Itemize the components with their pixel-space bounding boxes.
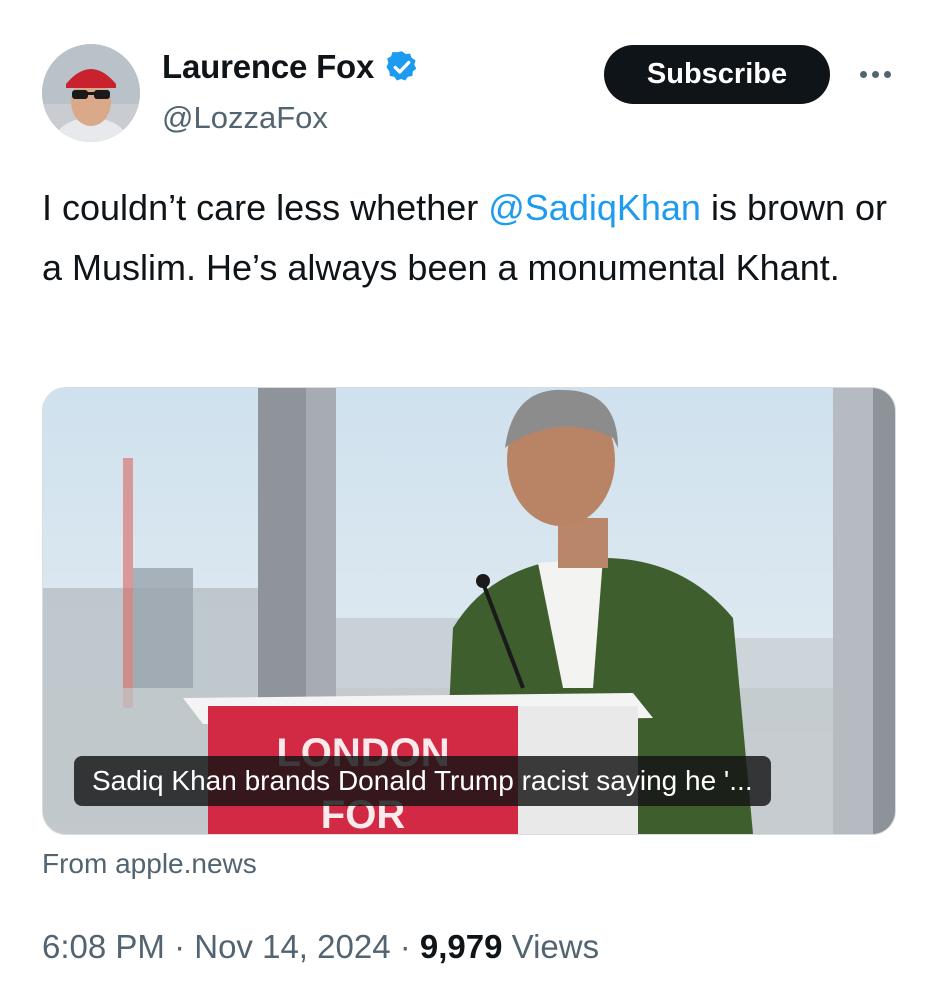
tweet-text: I couldn’t care less whether @SadiqKhan … (42, 178, 892, 298)
views-label: Views (511, 928, 600, 965)
author-display-name[interactable]: Laurence Fox (162, 48, 374, 86)
more-horizontal-icon[interactable] (850, 52, 900, 96)
link-card-headline[interactable]: Sadiq Khan brands Donald Trump racist sa… (74, 756, 771, 806)
tweet-time[interactable]: 6:08 PM (42, 928, 165, 965)
author-avatar[interactable] (42, 44, 140, 142)
avatar-image (42, 44, 140, 142)
subscribe-button[interactable]: Subscribe (604, 45, 830, 104)
author-handle[interactable]: @LozzaFox (162, 100, 328, 136)
link-source[interactable]: From apple.news (42, 848, 257, 880)
meta-separator: · (174, 928, 186, 965)
views-count: 9,979 (419, 928, 503, 965)
tweet-date[interactable]: Nov 14, 2024 (194, 928, 390, 965)
tweet-meta: 6:08 PM · Nov 14, 2024 · 9,979 Views (42, 928, 599, 966)
author-name-row: Laurence Fox (162, 48, 420, 86)
more-dot (871, 70, 879, 78)
more-dot (883, 70, 891, 78)
mention-link[interactable]: @SadiqKhan (488, 187, 701, 228)
more-dot (859, 70, 867, 78)
tweet-text-before: I couldn’t care less whether (42, 187, 489, 228)
meta-separator: · (399, 928, 411, 965)
verified-badge-icon (384, 49, 420, 85)
